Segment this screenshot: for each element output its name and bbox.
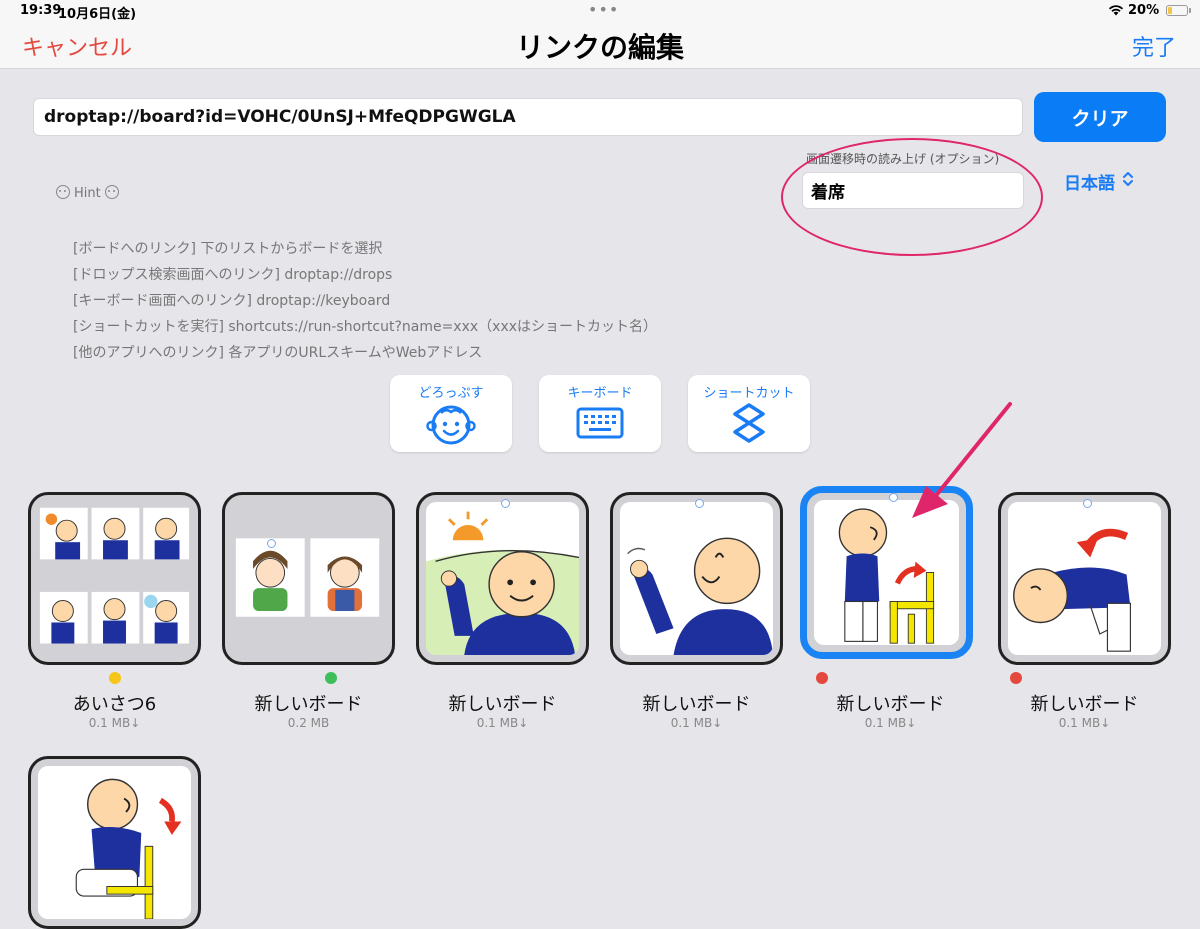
board-tile[interactable] [28, 492, 201, 665]
board-tile[interactable] [416, 492, 589, 665]
board-status-dot [816, 672, 828, 684]
language-selector[interactable]: 日本語 [1064, 169, 1115, 194]
shortcut-link-button[interactable]: ショートカット [688, 375, 810, 452]
status-time: 19:39 [20, 3, 62, 18]
hint-line: [ドロップス検索画面へのリンク] droptap://drops [73, 267, 393, 283]
board-status-dot [1010, 672, 1022, 684]
board-name: 新しいボード [1030, 694, 1139, 715]
annotation-ellipse [781, 138, 1043, 256]
drops-link-button[interactable]: どろっぷす [390, 375, 512, 452]
board-size: 0.1 MB↓ [670, 716, 723, 730]
board-status-dot [325, 672, 337, 684]
board-tile[interactable] [28, 756, 201, 929]
page-title: リンクの編集 [515, 31, 684, 64]
hint-line: [ボードへのリンク] 下のリストからボードを選択 [73, 241, 383, 257]
hint-line: [ショートカットを実行] shortcuts://run-shortcut?na… [73, 319, 658, 335]
board-size: 0.2 MB [287, 716, 330, 730]
board-tile[interactable] [610, 492, 783, 665]
board-thumbnail [39, 507, 190, 644]
hint-title: Hint [74, 186, 101, 201]
board-thumbnail [627, 537, 773, 655]
chevron-up-down-icon[interactable] [1122, 170, 1134, 188]
clear-button[interactable]: クリア [1034, 92, 1166, 142]
done-button[interactable]: 完了 [1132, 30, 1176, 62]
hint-face-icon [104, 185, 119, 199]
battery-icon [1166, 5, 1191, 16]
board-thumbnail [1013, 528, 1131, 652]
board-size: 0.1 MB↓ [1058, 716, 1111, 730]
hint-line: [キーボード画面へのリンク] droptap://keyboard [73, 293, 391, 309]
hint-header: Hint [56, 185, 119, 203]
face-icon [426, 405, 476, 445]
board-tile[interactable] [222, 492, 395, 665]
board-tile[interactable] [998, 492, 1171, 665]
board-thumbnail [235, 538, 380, 617]
battery-level [1168, 7, 1172, 14]
board-size: 0.1 MB↓ [864, 716, 917, 730]
hint-face-icon [56, 185, 70, 199]
hint-line: [他のアプリへのリンク] 各アプリのURLスキームやWebアドレス [73, 345, 483, 361]
battery-percentage: 20% [1128, 3, 1160, 18]
status-date: 10月6日(金) [58, 7, 137, 22]
keyboard-icon [576, 407, 624, 439]
board-name: 新しいボード [836, 694, 945, 715]
board-name: 新しいボード [254, 694, 363, 715]
board-thumbnail [838, 508, 935, 644]
annotation-arrow [912, 402, 1012, 518]
link-url-input[interactable] [33, 98, 1023, 136]
wifi-icon [1109, 5, 1123, 16]
multitasking-dots-icon[interactable]: ••• [588, 0, 619, 19]
board-status-dot [109, 672, 121, 684]
board-thumbnail [426, 511, 579, 655]
board-name: あいさつ6 [72, 694, 157, 715]
shortcuts-icon [733, 403, 765, 443]
board-thumbnail [75, 778, 182, 919]
board-size: 0.1 MB↓ [476, 716, 529, 730]
keyboard-link-button[interactable]: キーボード [539, 375, 661, 452]
board-name: 新しいボード [448, 694, 557, 715]
board-name: 新しいボード [642, 694, 751, 715]
board-size: 0.1 MB↓ [88, 716, 141, 730]
